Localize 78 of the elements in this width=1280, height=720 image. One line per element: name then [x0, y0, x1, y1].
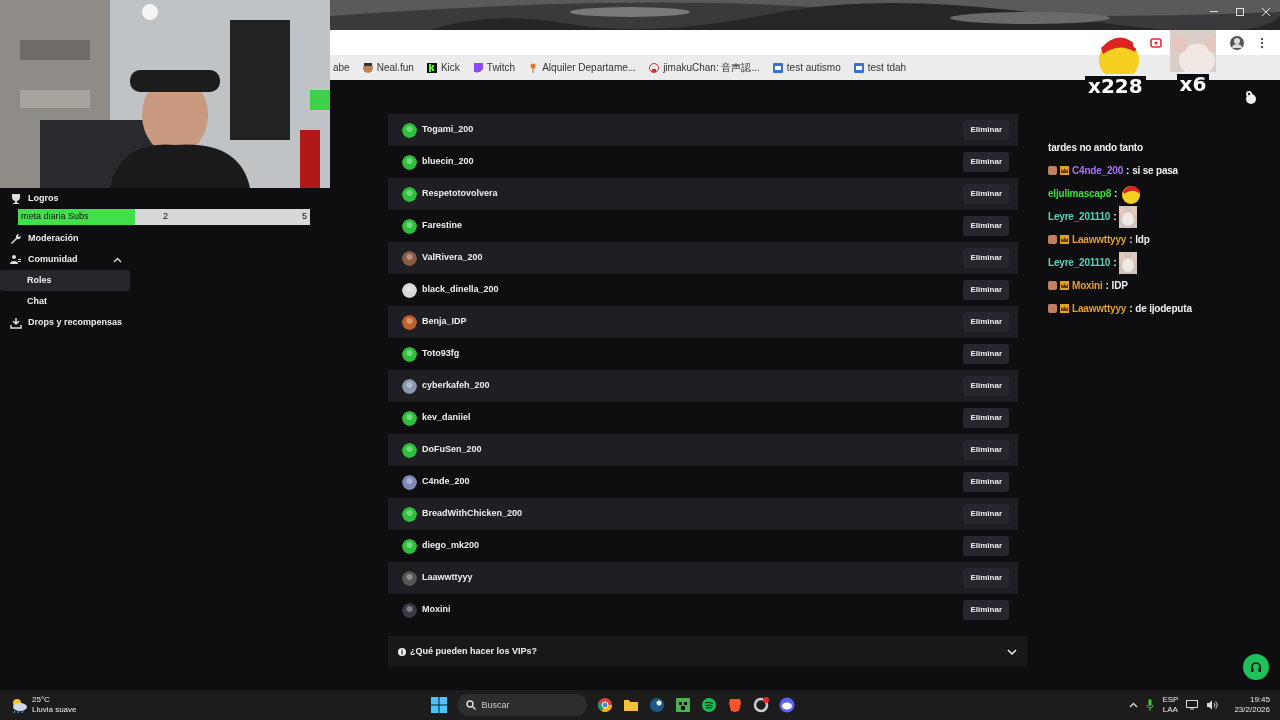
username: Moxini: [422, 603, 451, 617]
remove-button[interactable]: Eliminar: [963, 248, 1009, 268]
counter-label: x228: [1085, 76, 1146, 96]
remove-button[interactable]: Eliminar: [963, 504, 1009, 524]
weather-text: Lluvia suave: [32, 705, 77, 715]
sidebar-item[interactable]: Chat: [0, 291, 130, 312]
counter-label: x6: [1176, 74, 1210, 94]
bookmark-link[interactable]: Kick: [426, 60, 460, 75]
temperature-text: 25°C: [32, 695, 51, 705]
goal-target: 5: [302, 210, 308, 224]
remove-button[interactable]: Eliminar: [963, 152, 1009, 172]
language-text[interactable]: ESP: [1162, 695, 1179, 705]
username: kev_daniiel: [422, 411, 471, 425]
clock-date[interactable]: 23/2/2026: [1234, 705, 1270, 715]
remove-button[interactable]: Eliminar: [963, 120, 1009, 140]
remove-button[interactable]: Eliminar: [963, 568, 1009, 588]
chat-username[interactable]: Leyre_201110: [1048, 255, 1111, 270]
goal-label: meta diaria Subs: [20, 210, 90, 224]
sidebar-item[interactable]: Comunidad: [0, 249, 130, 270]
remove-button[interactable]: Eliminar: [963, 600, 1009, 620]
username: Laawwttyyy: [422, 571, 473, 585]
chat-message: ldp: [1135, 233, 1150, 247]
chat-username[interactable]: Moxini: [1072, 278, 1103, 293]
username: Togami_200: [422, 123, 474, 137]
clock-time[interactable]: 19:45: [1249, 695, 1270, 705]
username: Toto93fg: [422, 347, 460, 361]
keyboard-layout-text[interactable]: LAA: [1162, 705, 1178, 715]
bookmark-link[interactable]: Neal.fun: [362, 60, 414, 75]
bookmark-link[interactable]: jimakuChan: 音声認...: [649, 60, 760, 75]
remove-button[interactable]: Eliminar: [963, 440, 1009, 460]
username: black_dinella_200: [422, 283, 499, 297]
faq-accordion[interactable]: ¿Qué pueden hacer los VIPs?: [388, 636, 1027, 667]
username: bluecin_200: [422, 155, 474, 169]
colon-separator: :: [1129, 233, 1133, 247]
chat-message: si se pasa: [1132, 164, 1178, 178]
sidebar-item[interactable]: Logros: [0, 188, 130, 209]
username: BreadWithChicken_200: [422, 507, 522, 521]
goal-count: 2: [163, 210, 168, 224]
username: Respetotovolvera: [422, 187, 498, 201]
remove-button[interactable]: Eliminar: [963, 280, 1009, 300]
chat-username[interactable]: Laawwttyyy: [1072, 232, 1127, 247]
colon-separator: :: [1129, 302, 1133, 316]
remove-button[interactable]: Eliminar: [963, 312, 1009, 332]
colon-separator: :: [1114, 187, 1118, 201]
username: Farestine: [422, 219, 463, 233]
chat-message: de ijodeputa: [1135, 302, 1192, 316]
colon-separator: :: [1113, 256, 1117, 270]
username: diego_mk200: [422, 539, 480, 553]
remove-button[interactable]: Eliminar: [963, 408, 1009, 428]
username: ValRivera_200: [422, 251, 483, 265]
chat-username[interactable]: Leyre_201110: [1048, 209, 1111, 224]
bookmark-link[interactable]: Twitch: [472, 60, 516, 75]
chat-username[interactable]: eljulimascap8: [1048, 186, 1111, 201]
colon-separator: :: [1105, 279, 1109, 293]
sidebar-item[interactable]: Roles: [0, 270, 130, 291]
colon-separator: :: [1126, 164, 1130, 178]
sidebar-item[interactable]: Drops y recompensas: [0, 312, 130, 333]
chat-message: IDP: [1111, 279, 1128, 293]
remove-button[interactable]: Eliminar: [963, 184, 1009, 204]
username: cyberkafeh_200: [422, 379, 490, 393]
username: C4nde_200: [422, 475, 470, 489]
search-field[interactable]: Buscar: [457, 694, 588, 716]
remove-button[interactable]: Eliminar: [963, 344, 1009, 364]
remove-button[interactable]: Eliminar: [963, 472, 1009, 492]
username: DoFuSen_200: [422, 443, 482, 457]
username: Benja_IDP: [422, 315, 467, 329]
chat-message: tardes no ando tanto: [1048, 141, 1143, 155]
bookmark-link[interactable]: abe: [333, 60, 350, 75]
remove-button[interactable]: Eliminar: [963, 216, 1009, 236]
chat-username[interactable]: C4nde_200: [1072, 163, 1123, 178]
remove-button[interactable]: Eliminar: [963, 376, 1009, 396]
colon-separator: :: [1113, 210, 1117, 224]
sidebar-item[interactable]: Moderación: [0, 228, 130, 249]
chat-username[interactable]: Laawwttyyy: [1072, 301, 1127, 316]
remove-button[interactable]: Eliminar: [963, 536, 1009, 556]
bookmark-link[interactable]: test autismo: [772, 60, 841, 75]
bookmark-link[interactable]: Alquiler Departame...: [528, 60, 637, 75]
bookmark-link[interactable]: test tdah: [853, 60, 907, 75]
